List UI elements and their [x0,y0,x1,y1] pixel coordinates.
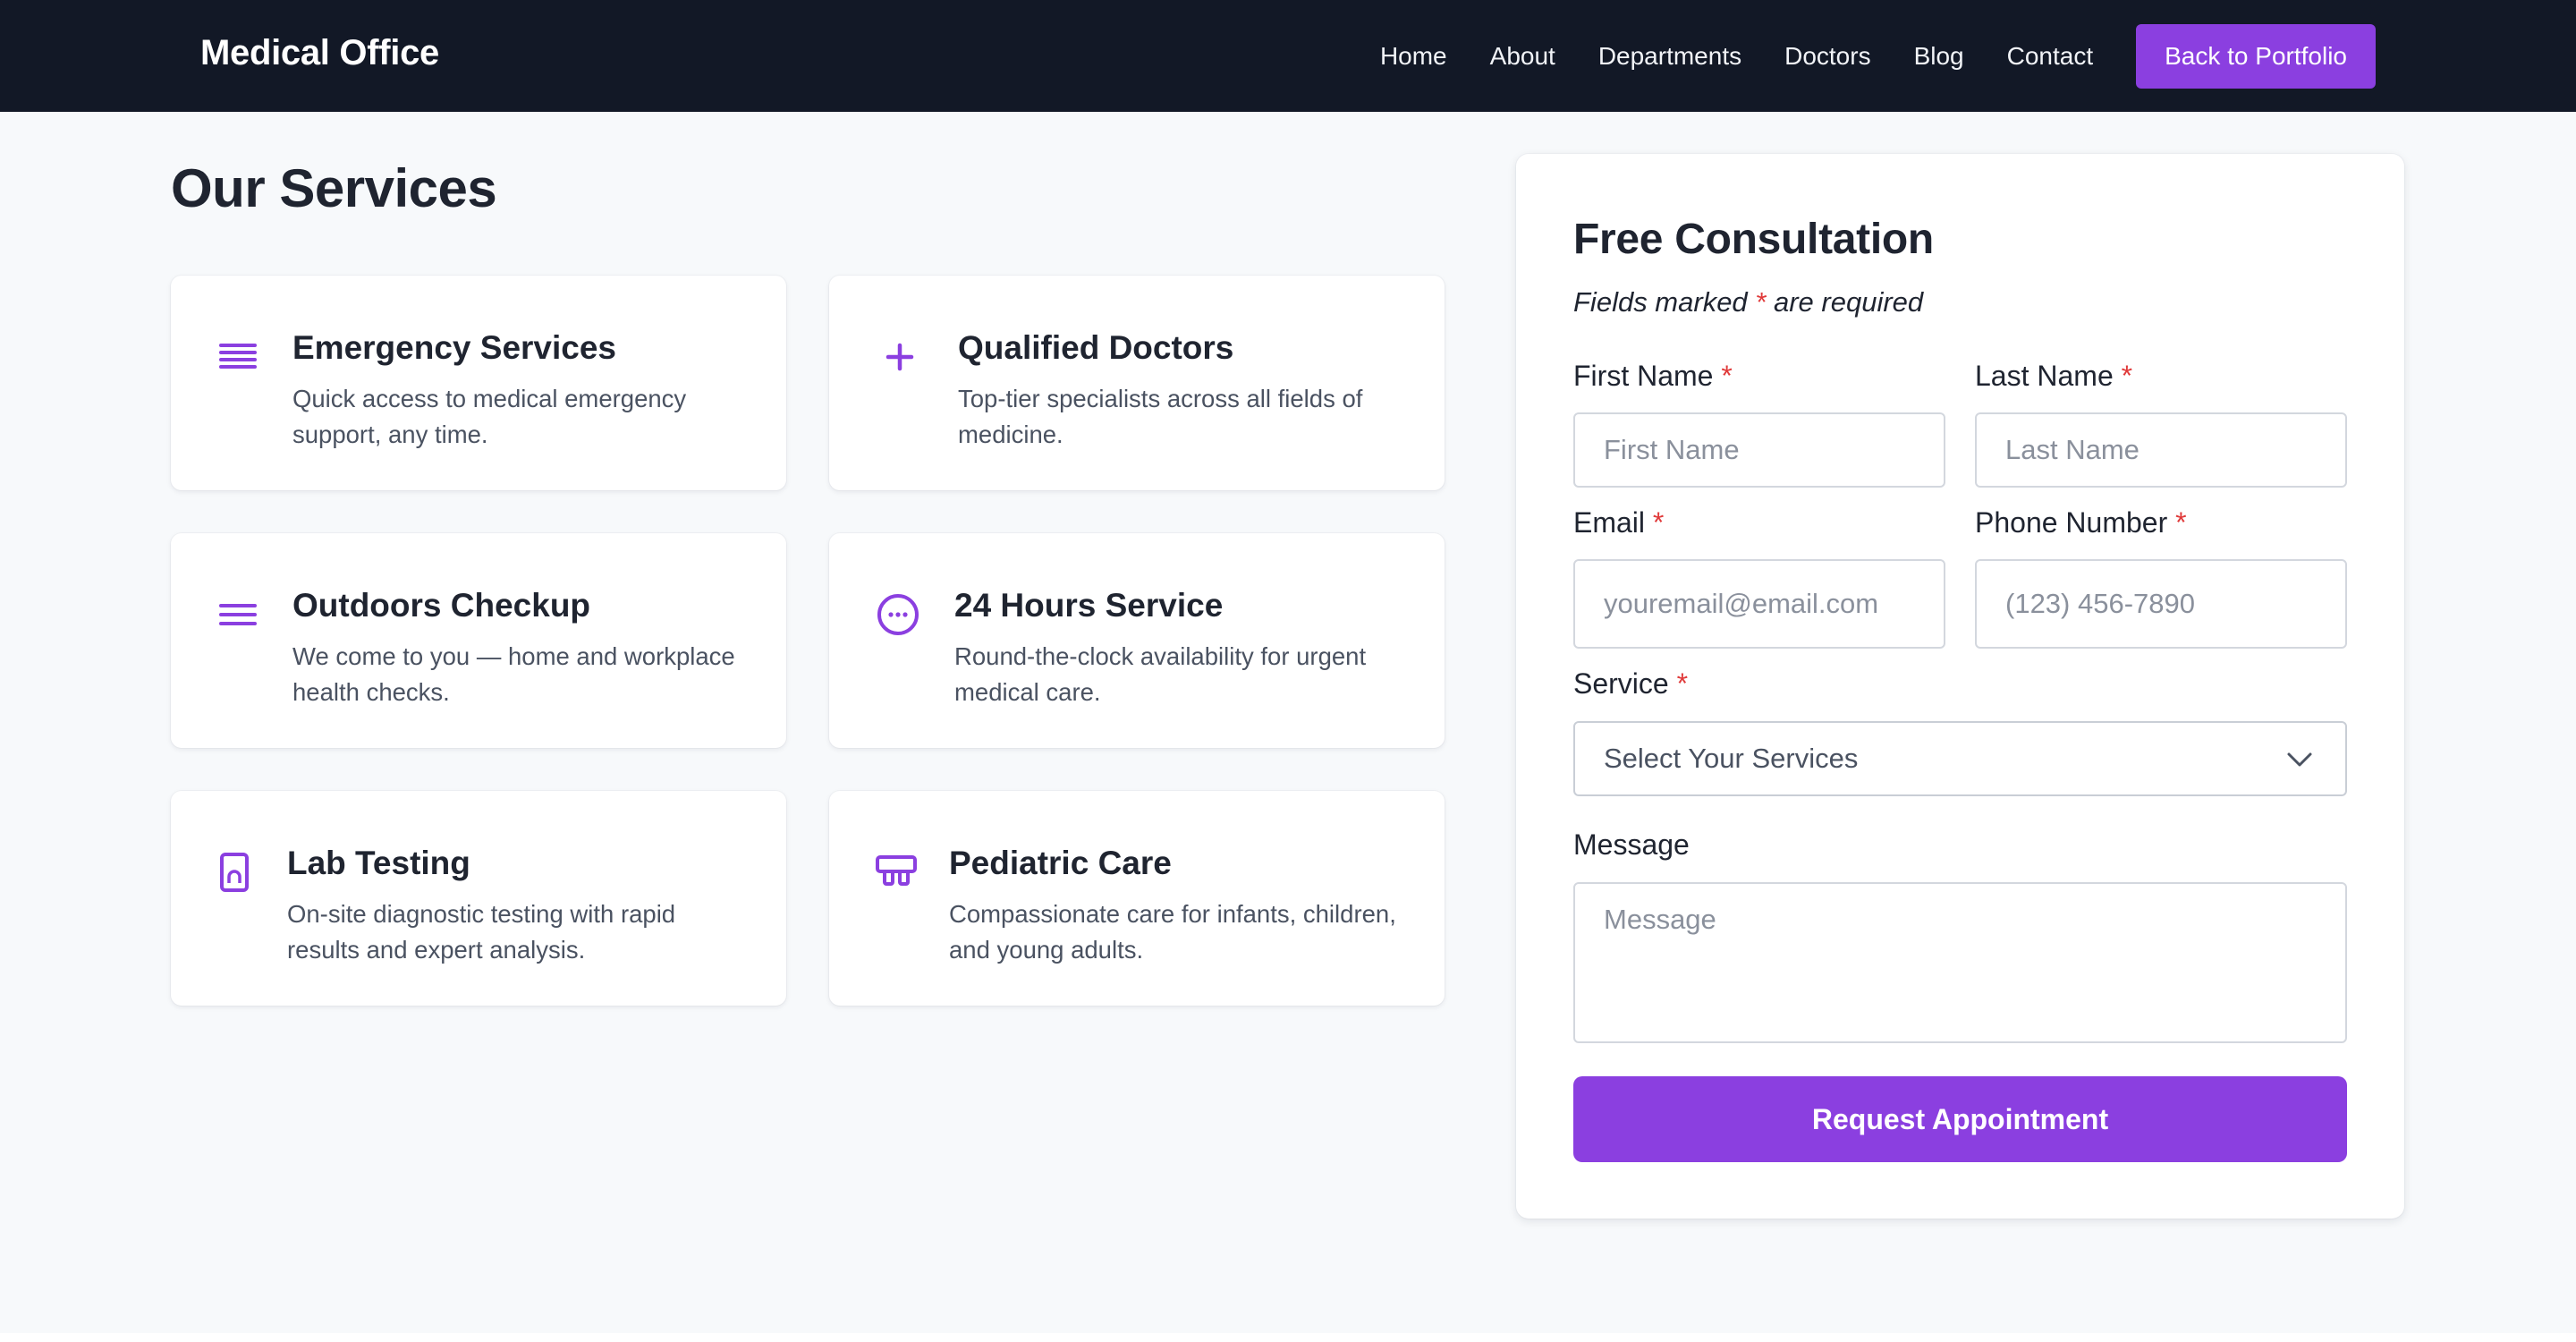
consultation-form: Free Consultation Fields marked * are re… [1516,154,2404,1219]
service-card-lab-testing[interactable]: Lab Testing On-site diagnostic testing w… [171,791,786,1006]
nav-link-contact[interactable]: Contact [2007,42,2094,71]
brand-logo-text[interactable]: Medical Office [200,33,439,73]
service-select[interactable]: Select Your Services [1573,721,2347,796]
back-to-portfolio-button[interactable]: Back to Portfolio [2136,23,2376,89]
ellipsis-circle-icon [876,592,920,637]
nav-link-about[interactable]: About [1490,42,1555,71]
form-required-note: Fields marked * are required [1573,286,1924,318]
first-name-input[interactable] [1573,412,1945,488]
service-description: Top-tier specialists across all fields o… [958,385,1363,448]
email-label: Email * [1573,506,1665,539]
footer-strip [0,1333,2576,1342]
service-card-pediatric[interactable]: Pediatric Care Compassionate care for in… [829,791,1445,1006]
chevron-down-icon [2287,752,2312,767]
cart-icon [874,850,919,895]
last-name-label: Last Name * [1975,360,2133,392]
required-asterisk: * [1755,286,1767,318]
nav-link-doctors[interactable]: Doctors [1784,42,1870,71]
service-title: Pediatric Care [949,845,1172,881]
phone-input[interactable] [1975,559,2347,649]
service-title: Outdoors Checkup [292,587,591,624]
list-icon [216,335,260,379]
form-title: Free Consultation [1573,216,1934,263]
service-card-24-hours[interactable]: 24 Hours Service Round-the-clock availab… [829,533,1445,748]
message-textarea[interactable] [1573,882,2347,1043]
service-select-value: Select Your Services [1604,743,1859,774]
service-description: Round-the-clock availability for urgent … [954,642,1367,706]
services-heading: Our Services [171,158,497,218]
nav-links: Home About Departments Doctors Blog Cont… [1380,0,2376,112]
service-title: Emergency Services [292,329,617,366]
nav-link-blog[interactable]: Blog [1914,42,1964,71]
service-card-emergency[interactable]: Emergency Services Quick access to medic… [171,276,786,490]
email-input[interactable] [1573,559,1945,649]
last-name-input[interactable] [1975,412,2347,488]
navbar: Medical Office Home About Departments Do… [0,0,2576,112]
nav-link-home[interactable]: Home [1380,42,1447,71]
service-description: Compassionate care for infants, children… [949,900,1396,964]
request-appointment-button[interactable]: Request Appointment [1573,1076,2347,1162]
menu-lines-icon [216,592,260,637]
tablet-icon [212,850,257,895]
service-description: We come to you — home and workplace heal… [292,642,735,706]
service-title: Lab Testing [287,845,470,881]
first-name-label: First Name * [1573,360,1733,392]
message-label: Message [1573,828,1690,861]
plus-icon [877,335,922,379]
service-title: Qualified Doctors [958,329,1234,366]
nav-link-departments[interactable]: Departments [1598,42,1741,71]
service-card-doctors[interactable]: Qualified Doctors Top-tier specialists a… [829,276,1445,490]
phone-label: Phone Number * [1975,506,2187,539]
service-description: On-site diagnostic testing with rapid re… [287,900,676,964]
service-card-outdoors[interactable]: Outdoors Checkup We come to you — home a… [171,533,786,748]
service-title: 24 Hours Service [954,587,1224,624]
service-label: Service * [1573,667,1689,700]
service-description: Quick access to medical emergency suppor… [292,385,687,448]
